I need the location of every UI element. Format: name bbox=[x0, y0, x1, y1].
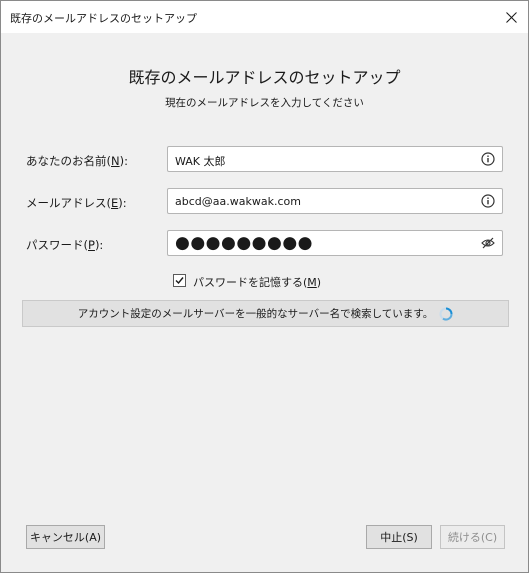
password-label: パスワード(P): bbox=[26, 237, 103, 253]
name-accesskey: N bbox=[111, 154, 120, 168]
page-title: 既存のメールアドレスのセットアップ bbox=[128, 68, 401, 87]
name-label: あなたのお名前(N): bbox=[26, 153, 128, 169]
stop-button[interactable]: 中止(S) bbox=[366, 525, 432, 549]
page-subtitle: 現在のメールアドレスを入力してください bbox=[165, 97, 364, 109]
password-accesskey: P bbox=[88, 238, 95, 252]
name-value: WAK 太郎 bbox=[175, 155, 226, 168]
window-title: 既存のメールアドレスのセットアップ bbox=[10, 12, 197, 25]
remember-password-label[interactable]: パスワードを記憶する(M) bbox=[193, 274, 321, 290]
info-icon[interactable] bbox=[481, 194, 495, 208]
email-label-text: メールアドレス( bbox=[26, 196, 111, 210]
close-icon bbox=[505, 11, 517, 23]
cancel-button[interactable]: キャンセル(A) bbox=[26, 525, 105, 549]
status-text: アカウント設定のメールサーバーを一般的なサーバー名で検索しています。 bbox=[77, 308, 434, 320]
checkmark-icon bbox=[175, 277, 184, 285]
title-bar: 既存のメールアドレスのセットアップ bbox=[1, 1, 528, 33]
spinner-icon bbox=[439, 307, 453, 320]
email-field[interactable]: abcd@aa.wakwak.com bbox=[167, 188, 503, 214]
remember-password-checkbox[interactable] bbox=[173, 274, 186, 287]
status-message: アカウント設定のメールサーバーを一般的なサーバー名で検索しています。 bbox=[22, 300, 509, 327]
name-field[interactable]: WAK 太郎 bbox=[167, 146, 503, 172]
password-label-text: パスワード( bbox=[26, 238, 88, 252]
eye-hidden-icon[interactable] bbox=[481, 236, 495, 250]
email-label-end: ): bbox=[118, 196, 127, 210]
continue-button[interactable]: 続ける(C) bbox=[440, 525, 505, 549]
password-field[interactable]: ●●●●●●●●● bbox=[167, 230, 503, 256]
close-button[interactable] bbox=[494, 1, 528, 33]
remember-accesskey: M bbox=[307, 276, 317, 289]
name-label-text: あなたのお名前( bbox=[26, 154, 111, 168]
remember-label-end: ) bbox=[316, 276, 322, 289]
password-label-end: ): bbox=[94, 238, 104, 252]
email-value: abcd@aa.wakwak.com bbox=[175, 195, 301, 208]
info-icon[interactable] bbox=[481, 152, 495, 166]
remember-label-text: パスワードを記憶する( bbox=[193, 276, 308, 289]
email-label: メールアドレス(E): bbox=[26, 195, 127, 211]
name-label-end: ): bbox=[119, 154, 128, 168]
password-value: ●●●●●●●●● bbox=[175, 233, 314, 253]
setup-dialog: 既存のメールアドレスのセットアップ 既存のメールアドレスのセットアップ 現在のメ… bbox=[0, 0, 529, 573]
